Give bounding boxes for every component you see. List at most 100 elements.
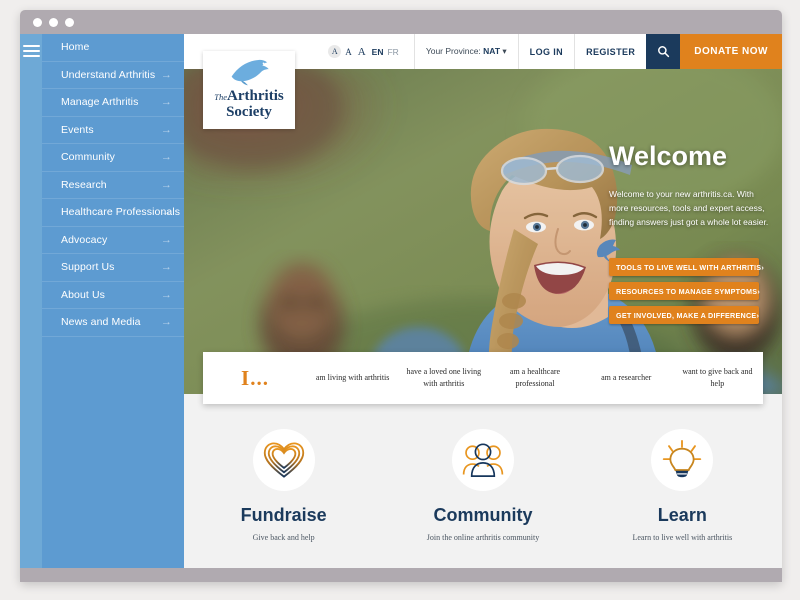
- minimize-dot[interactable]: [49, 18, 58, 27]
- persona-option-2[interactable]: have a loved one living with arthritis: [398, 366, 489, 389]
- hamburger-icon[interactable]: [23, 45, 40, 60]
- heart-icon: [263, 442, 304, 478]
- fundraise-icon-circle: [252, 429, 315, 491]
- sidebar-item-label: Support Us: [61, 261, 115, 273]
- feature-card-fundraise[interactable]: Fundraise Give back and help: [199, 429, 369, 542]
- text-size-small-button[interactable]: A: [328, 45, 342, 58]
- hero-cta-button-2[interactable]: RESOURCES TO MANAGE SYMPTOMS ›: [609, 282, 760, 300]
- sidebar-item-label: Advocacy: [61, 233, 108, 246]
- register-group[interactable]: REGISTER: [574, 34, 646, 69]
- sidebar-item-news-and-media[interactable]: News and Media →: [42, 309, 184, 337]
- persona-selector-bar: I... am living with arthritis have a love…: [203, 352, 763, 404]
- sidebar-nav: Home Understand Arthritis → Manage Arthriti…: [42, 34, 184, 568]
- arrow-right-icon: →: [160, 96, 172, 108]
- search-button[interactable]: [646, 34, 681, 69]
- learn-icon-circle: [651, 429, 714, 491]
- sidebar-item-healthcare-professionals[interactable]: Healthcare Professionals →: [42, 199, 184, 227]
- chevron-right-icon: ›: [756, 310, 760, 320]
- sidebar-item-manage-arthritis[interactable]: Manage Arthritis →: [42, 89, 184, 117]
- search-icon: [657, 46, 669, 58]
- donate-now-label: DONATE NOW: [694, 46, 768, 57]
- chevron-down-icon: ▾: [502, 46, 507, 56]
- text-size-medium-button[interactable]: A: [345, 47, 352, 57]
- feature-title-learn: Learn: [657, 505, 707, 525]
- hero-text-block: Welcome Welcome to your new arthritis.ca…: [609, 141, 769, 229]
- hero-cta-label: RESOURCES TO MANAGE SYMPTOMS: [616, 286, 758, 296]
- arrow-right-icon: →: [160, 261, 172, 273]
- register-link: REGISTER: [586, 46, 636, 57]
- hero-cta-list: TOOLS TO LIVE WELL WITH ARTHRITIS › RESOUR…: [609, 252, 764, 324]
- hero-subtitle: Welcome to your new arthritis.ca. With m…: [609, 189, 769, 227]
- site-logo[interactable]: TheArthritis Society: [203, 51, 295, 129]
- feature-card-learn[interactable]: Learn Learn to live well with arthritis: [597, 429, 767, 542]
- text-size-large-button[interactable]: A: [358, 46, 366, 58]
- persona-option-3[interactable]: am a healthcare professional: [489, 366, 580, 389]
- sidebar-item-label: Manage Arthritis: [61, 96, 139, 108]
- persona-option-1[interactable]: am living with arthritis: [307, 372, 398, 384]
- chevron-right-icon: ›: [761, 262, 764, 272]
- province-selector[interactable]: Your Province: NAT ▾: [413, 34, 518, 69]
- sidebar-item-label: Research: [61, 178, 107, 191]
- persona-option-4[interactable]: am a researcher: [581, 372, 672, 384]
- donate-now-button[interactable]: DONATE NOW: [680, 34, 782, 69]
- sidebar-item-label: Home: [61, 41, 90, 53]
- login-group[interactable]: LOG IN: [517, 34, 574, 69]
- community-icon-circle: [451, 429, 514, 491]
- sidebar-item-support-us[interactable]: Support Us →: [42, 254, 184, 282]
- persona-prompt-label: I...: [241, 365, 269, 390]
- arrow-right-icon: →: [160, 316, 172, 328]
- hero-cta-button-3[interactable]: GET INVOLVED, MAKE A DIFFERENCE ›: [609, 306, 759, 324]
- language-en-link[interactable]: EN: [372, 47, 384, 57]
- feature-desc-fundraise: Give back and help: [252, 533, 315, 542]
- sidebar-item-community[interactable]: Community →: [42, 144, 184, 172]
- utility-group-container: A A A EN FR Your Province: NAT ▾ LOG IN …: [317, 34, 782, 69]
- arrow-right-icon: →: [160, 233, 172, 246]
- text-size-language-group: A A A EN FR: [317, 34, 414, 69]
- hero-title: Welcome: [609, 141, 728, 171]
- browser-window: Home Understand Arthritis → Manage Arthriti…: [20, 10, 782, 582]
- sidebar-item-events[interactable]: Events →: [42, 117, 184, 144]
- hero-cta-label: GET INVOLVED, MAKE A DIFFERENCE: [616, 310, 757, 320]
- language-fr-link[interactable]: FR: [387, 47, 398, 57]
- logo-line-the: The: [214, 92, 228, 103]
- sidebar-item-research[interactable]: Research →: [42, 172, 184, 199]
- feature-desc-learn: Learn to live well with arthritis: [632, 533, 733, 542]
- maximize-dot[interactable]: [65, 18, 74, 27]
- browser-viewport: Home Understand Arthritis → Manage Arthriti…: [20, 34, 782, 568]
- lightbulb-icon: [663, 439, 702, 478]
- hero-cta-label: TOOLS TO LIVE WELL WITH ARTHRITIS: [616, 262, 762, 272]
- logo-wordmark: TheArthritis Society: [214, 88, 283, 120]
- hero-cta-button-1[interactable]: TOOLS TO LIVE WELL WITH ARTHRITIS ›: [609, 258, 764, 276]
- feature-title-community: Community: [433, 505, 533, 525]
- arrow-right-icon: →: [160, 151, 172, 163]
- persona-option-5[interactable]: want to give back and help: [672, 366, 763, 389]
- sidebar-item-home[interactable]: Home: [42, 34, 184, 62]
- sidebar-item-label: Events: [61, 123, 94, 136]
- arrow-right-icon: →: [160, 123, 172, 136]
- arrow-right-icon: →: [160, 68, 172, 81]
- arrow-right-icon: →: [160, 178, 172, 191]
- sidebar-item-label: Understand Arthritis: [61, 68, 156, 81]
- bird-icon: [231, 59, 269, 86]
- browser-titlebar: [20, 10, 782, 34]
- page-content: A A A EN FR Your Province: NAT ▾ LOG IN …: [184, 34, 782, 568]
- login-link: LOG IN: [529, 46, 564, 57]
- sidebar-item-advocacy[interactable]: Advocacy →: [42, 227, 184, 254]
- sidebar-item-label: About Us: [61, 288, 105, 301]
- sidebar-rail: [20, 34, 42, 568]
- feature-desc-community: Join the online arthritis community: [426, 533, 540, 542]
- sidebar-item-label: Community: [61, 151, 115, 163]
- sidebar-item-understand-arthritis[interactable]: Understand Arthritis →: [42, 62, 184, 89]
- close-dot[interactable]: [33, 18, 42, 27]
- chevron-right-icon: ›: [757, 286, 760, 296]
- arrow-right-icon: →: [160, 206, 172, 218]
- sidebar-item-about-us[interactable]: About Us →: [42, 282, 184, 309]
- sidebar-item-label: News and Media: [61, 316, 141, 328]
- feature-title-fundraise: Fundraise: [240, 505, 327, 525]
- feature-card-row: Fundraise Give back and help Community J…: [184, 429, 782, 542]
- logo-line-society: Society: [226, 103, 272, 120]
- feature-card-community[interactable]: Community Join the online arthritis comm…: [398, 429, 568, 542]
- logo-line-arthritis: Arthritis: [227, 88, 284, 105]
- arrow-right-icon: →: [160, 288, 172, 301]
- browser-bottom-strip: [20, 572, 782, 582]
